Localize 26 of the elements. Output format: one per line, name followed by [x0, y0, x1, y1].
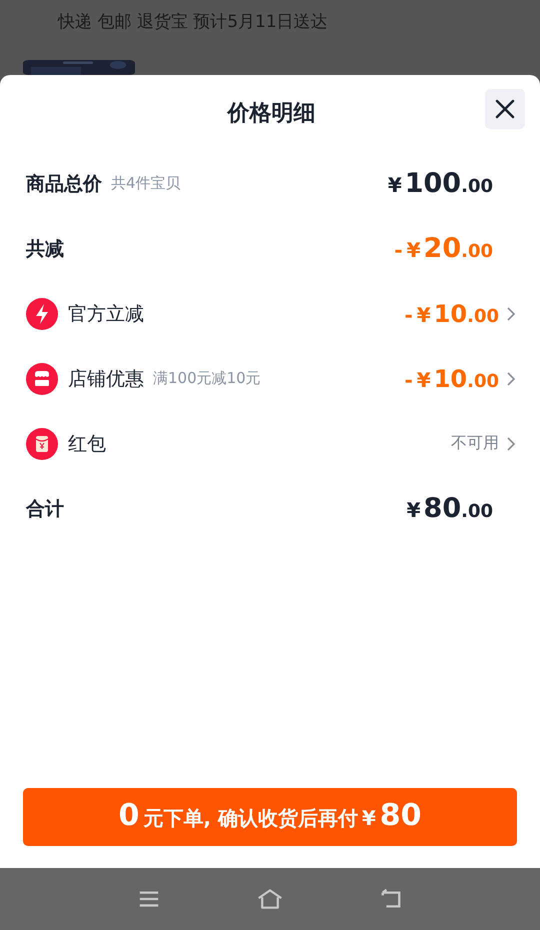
- price-amount: - ¥20.00: [394, 233, 493, 264]
- price-amount: ¥100.00: [388, 168, 493, 199]
- price-amount: ¥80.00: [406, 493, 493, 524]
- close-icon: [495, 99, 515, 119]
- sheet-title: 价格明细: [228, 100, 316, 128]
- pay-button[interactable]: 0 元下单, 确认收货后再付 ¥80: [23, 788, 517, 846]
- home-icon[interactable]: [257, 888, 283, 910]
- row-label: 红包: [68, 432, 106, 456]
- chevron-icon[interactable]: [507, 436, 515, 450]
- row-label: 官方立减: [68, 302, 144, 326]
- close-button[interactable]: [485, 89, 525, 129]
- envelope-icon: [26, 428, 58, 460]
- row-note: 共4件宝贝: [111, 174, 181, 193]
- row-label: 商品总价: [26, 172, 102, 196]
- row-label: 共减: [26, 236, 64, 262]
- shop-icon: [26, 362, 58, 394]
- row-label: 合计: [26, 496, 64, 522]
- row-label: 店铺优惠: [68, 366, 144, 392]
- delivery-info: 快递 包邮 退货宝 预计5月11日送达: [56, 11, 329, 33]
- price-amount: - ¥10.00: [404, 300, 499, 328]
- lightning-icon: [26, 298, 58, 330]
- status-text: 不可用: [451, 433, 499, 454]
- row-note: 满100元减10元: [153, 369, 261, 388]
- chevron-icon[interactable]: [507, 306, 515, 320]
- chevron-icon[interactable]: [507, 372, 515, 386]
- price-amount: - ¥10.00: [404, 364, 499, 392]
